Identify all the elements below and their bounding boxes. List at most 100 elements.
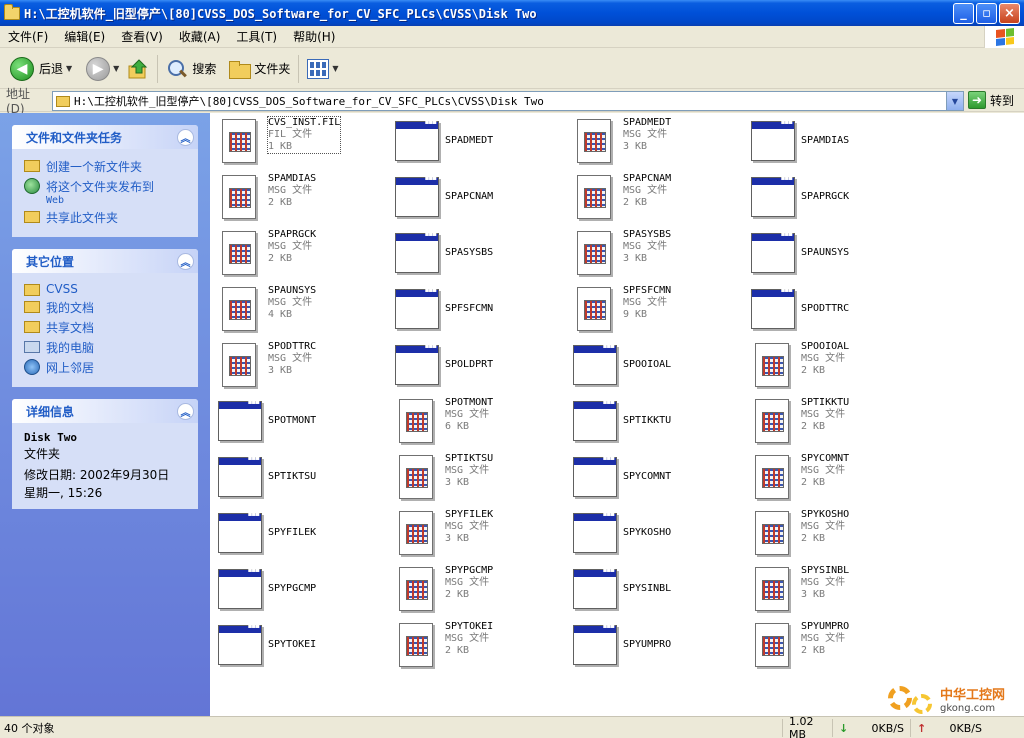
application-icon: [571, 509, 619, 557]
file-size: 3 KB: [623, 141, 648, 152]
file-item-msg[interactable]: CVS_INST.FIL FIL 文件 1 KB: [216, 116, 342, 165]
file-item-msg[interactable]: SPYFILEK MSG 文件 3 KB: [393, 509, 493, 557]
application-icon: [571, 565, 619, 613]
views-button[interactable]: ▼: [303, 53, 342, 85]
file-name: SPAPRGCK: [801, 191, 850, 202]
close-button[interactable]: ×: [999, 3, 1020, 24]
collapse-chevron-icon[interactable]: ︽: [177, 252, 194, 270]
menu-file[interactable]: 文件(F): [0, 28, 56, 45]
file-item-msg[interactable]: SPYTOKEI MSG 文件 2 KB: [393, 621, 493, 669]
file-folder-tasks-header[interactable]: 文件和文件夹任务 ︽: [12, 125, 198, 149]
back-dropdown-icon[interactable]: ▼: [66, 64, 72, 73]
file-item-executable[interactable]: SPFSFCMN: [393, 285, 493, 333]
file-item-executable[interactable]: SPAPRGCK: [749, 173, 849, 221]
file-item-msg[interactable]: SPOTMONT MSG 文件 6 KB: [393, 397, 493, 445]
search-button[interactable]: 搜索: [162, 53, 220, 85]
file-item-executable[interactable]: SPYKOSHO: [571, 509, 671, 557]
file-item-executable[interactable]: SPYSINBL: [571, 565, 671, 613]
place-my-computer[interactable]: 我的电脑: [24, 339, 188, 356]
file-item-msg[interactable]: SPYPGCMP MSG 文件 2 KB: [393, 565, 493, 613]
collapse-chevron-icon[interactable]: ︽: [177, 128, 194, 146]
file-item-executable[interactable]: SPAUNSYS: [749, 229, 849, 277]
file-item-msg[interactable]: SPYCOMNT MSG 文件 2 KB: [749, 453, 849, 501]
collapse-chevron-icon[interactable]: ︽: [177, 402, 194, 420]
file-item-msg[interactable]: SPAUNSYS MSG 文件 4 KB: [216, 285, 316, 333]
file-item-msg[interactable]: SPFSFCMN MSG 文件 9 KB: [571, 285, 671, 333]
menu-edit[interactable]: 编辑(E): [56, 28, 113, 45]
file-size: 3 KB: [445, 477, 470, 488]
maximize-button[interactable]: ▫: [976, 3, 997, 24]
file-item-executable[interactable]: SPODTTRC: [749, 285, 849, 333]
back-button[interactable]: ◀ 后退 ▼: [6, 53, 76, 85]
forward-dropdown-icon[interactable]: ▼: [113, 64, 119, 73]
address-dropdown-icon[interactable]: ▼: [946, 92, 963, 110]
menu-help[interactable]: 帮助(H): [285, 28, 343, 45]
place-shared-documents[interactable]: 共享文档: [24, 319, 188, 336]
search-icon: [166, 58, 188, 80]
window-title: H:\工控机软件_旧型停产\[80]CVSS_DOS_Software_for_…: [24, 6, 537, 21]
file-item-msg[interactable]: SPOOIOAL MSG 文件 2 KB: [749, 341, 849, 389]
status-upload-cell: ↑ 0KB/S: [910, 719, 988, 737]
file-view[interactable]: CVS_INST.FILFIL 文件1 KB SPADMEDT SPADMEDTMS…: [210, 113, 1024, 716]
document-icon: [216, 341, 264, 389]
file-item-executable[interactable]: SPOOIOAL: [571, 341, 671, 389]
file-item-msg[interactable]: SPTIKKTU MSG 文件 2 KB: [749, 397, 849, 445]
file-item-executable[interactable]: SPASYSBS: [393, 229, 493, 277]
menu-tools[interactable]: 工具(T): [228, 28, 285, 45]
share-folder-link[interactable]: 共享此文件夹: [24, 209, 188, 226]
up-folder-button[interactable]: [123, 53, 153, 85]
place-my-documents[interactable]: 我的文档: [24, 299, 188, 316]
menu-favorites[interactable]: 收藏(A): [171, 28, 229, 45]
place-network[interactable]: 网上邻居: [24, 359, 188, 376]
file-item-msg[interactable]: SPTIKTSU MSG 文件 3 KB: [393, 453, 493, 501]
file-item-msg[interactable]: SPAMDIAS MSG 文件 2 KB: [216, 173, 316, 221]
panel-title: 文件和文件夹任务: [26, 130, 123, 145]
file-item-executable[interactable]: SPYFILEK: [216, 509, 316, 557]
details-header[interactable]: 详细信息 ︽: [12, 399, 198, 423]
file-type: MSG 文件: [801, 353, 846, 364]
file-item-executable[interactable]: SPADMEDT: [393, 117, 493, 165]
title-bar[interactable]: H:\工控机软件_旧型停产\[80]CVSS_DOS_Software_for_…: [0, 0, 1024, 26]
status-upload: 0KB/S: [949, 721, 982, 735]
address-input[interactable]: H:\工控机软件_旧型停产\[80]CVSS_DOS_Software_for_…: [52, 91, 964, 111]
file-type: MSG 文件: [445, 577, 490, 588]
file-item-msg[interactable]: SPADMEDT MSG 文件 3 KB: [571, 117, 671, 165]
file-item-executable[interactable]: SPYPGCMP: [216, 565, 316, 613]
publish-web-link[interactable]: 将这个文件夹发布到 Web: [24, 178, 188, 206]
status-object-count: 40 个对象: [4, 722, 55, 735]
application-icon: [216, 453, 264, 501]
file-item-msg[interactable]: SPAPRGCK MSG 文件 2 KB: [216, 229, 316, 277]
views-icon: [307, 58, 330, 79]
file-item-executable[interactable]: SPOLDPRT: [393, 341, 493, 389]
file-item-executable[interactable]: SPAPCNAM: [393, 173, 493, 221]
file-item-msg[interactable]: SPYSINBL MSG 文件 3 KB: [749, 565, 849, 613]
file-item-executable[interactable]: SPYCOMNT: [571, 453, 671, 501]
file-name: SPTIKKTU: [623, 415, 672, 426]
go-button[interactable]: ➜ 转到: [968, 91, 1014, 109]
details-modified-time: 星期一, 15:26: [24, 486, 103, 500]
file-type: MSG 文件: [445, 465, 490, 476]
place-cvss[interactable]: CVSS: [24, 282, 188, 296]
file-item-msg[interactable]: SPASYSBS MSG 文件 3 KB: [571, 229, 671, 277]
file-item-msg[interactable]: SPODTTRC MSG 文件 3 KB: [216, 341, 316, 389]
file-size: 3 KB: [445, 533, 470, 544]
folders-button[interactable]: 文件夹: [224, 53, 294, 85]
file-item-executable[interactable]: SPTIKTSU: [216, 453, 316, 501]
menu-view[interactable]: 查看(V): [113, 28, 171, 45]
minimize-button[interactable]: _: [953, 3, 974, 24]
file-item-executable[interactable]: SPYUMPRO: [571, 621, 671, 669]
file-item-executable[interactable]: SPAMDIAS: [749, 117, 849, 165]
file-item-executable[interactable]: SPOTMONT: [216, 397, 316, 445]
file-item-msg[interactable]: SPYKOSHO MSG 文件 2 KB: [749, 509, 849, 557]
new-folder-link[interactable]: 创建一个新文件夹: [24, 158, 188, 175]
link-label: 创建一个新文件夹: [46, 160, 143, 174]
file-item-msg[interactable]: SPYUMPRO MSG 文件 2 KB: [749, 621, 849, 669]
forward-button[interactable]: ▶ ▼: [82, 53, 123, 85]
file-size: 1 KB: [268, 141, 293, 152]
toolbar: ◀ 后退 ▼ ▶ ▼ 搜索 文件夹 ▼: [0, 49, 1024, 89]
file-item-executable[interactable]: SPTIKKTU: [571, 397, 671, 445]
views-dropdown-icon[interactable]: ▼: [332, 64, 338, 73]
other-places-header[interactable]: 其它位置 ︽: [12, 249, 198, 273]
file-item-msg[interactable]: SPAPCNAM MSG 文件 2 KB: [571, 173, 671, 221]
file-item-executable[interactable]: SPYTOKEI: [216, 621, 316, 669]
